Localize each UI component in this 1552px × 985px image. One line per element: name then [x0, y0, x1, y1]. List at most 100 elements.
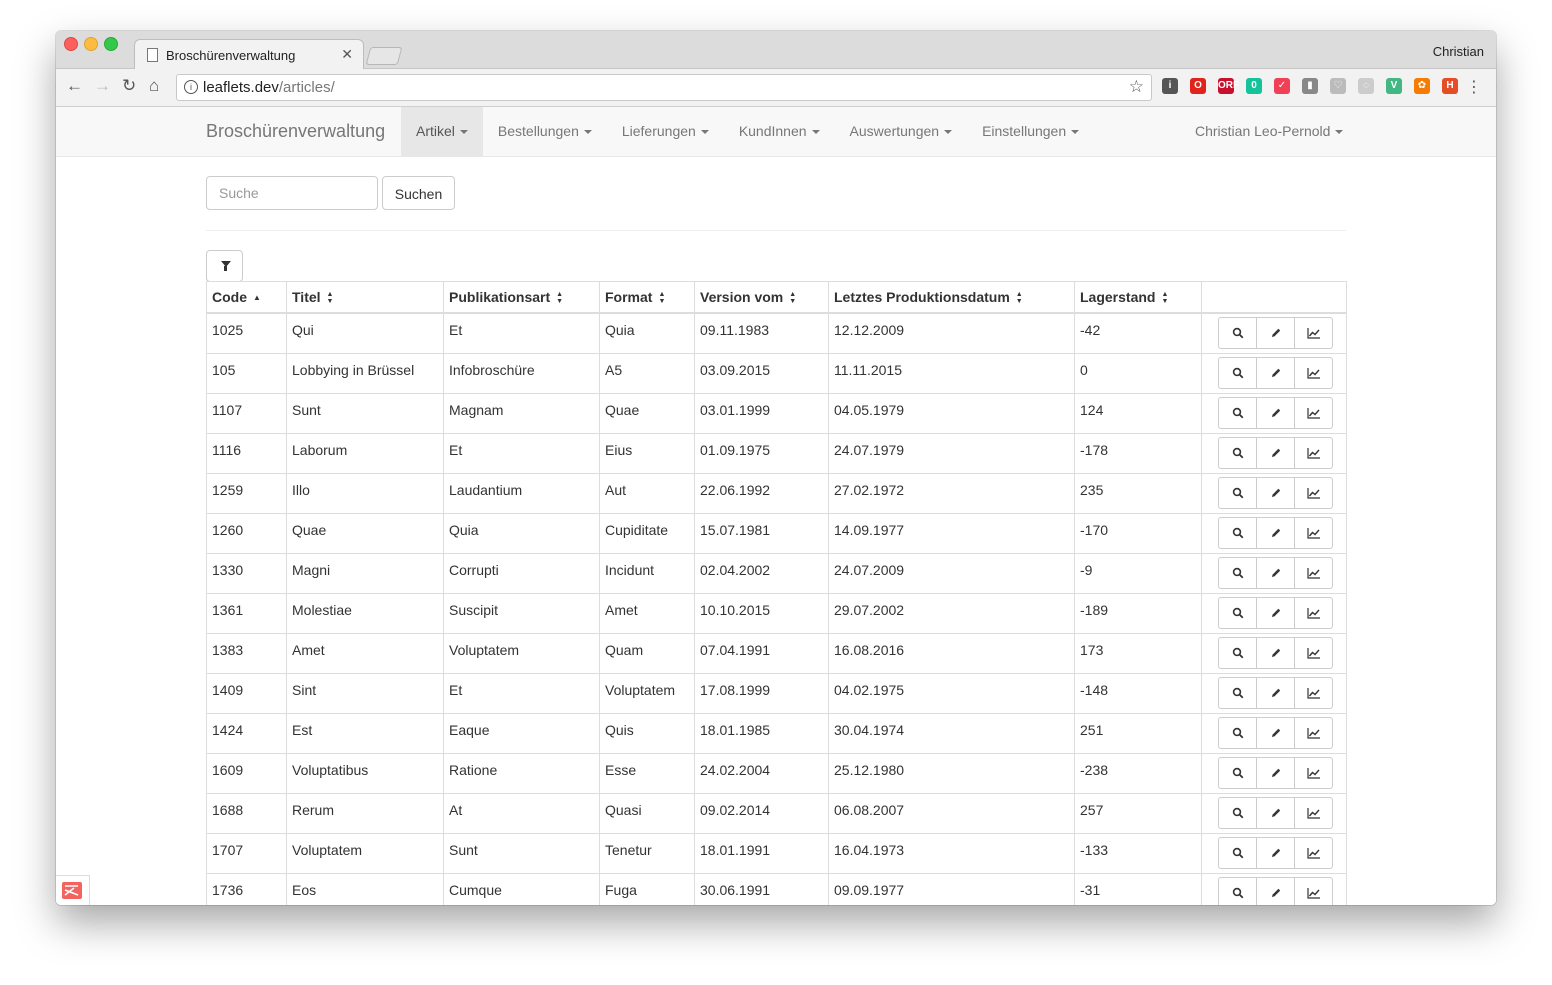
view-button[interactable] — [1218, 556, 1257, 589]
edit-button[interactable] — [1256, 516, 1295, 549]
table-cell: 105 — [206, 352, 287, 394]
nav-item-lieferungen[interactable]: Lieferungen — [607, 107, 724, 156]
onepassword-icon[interactable]: i — [1162, 78, 1178, 94]
stats-button[interactable] — [1294, 676, 1333, 709]
stats-button[interactable] — [1294, 396, 1333, 429]
edit-button[interactable] — [1256, 796, 1295, 829]
minimize-window-button[interactable] — [84, 37, 98, 51]
stats-icon — [1306, 567, 1321, 579]
info-icon[interactable]: i — [184, 80, 198, 94]
column-header[interactable]: Lagerstand — [1074, 281, 1202, 314]
nav-item-kundinnen[interactable]: KundInnen — [724, 107, 835, 156]
user-menu[interactable]: Christian Leo-Pernold — [1195, 107, 1344, 156]
nav-item-bestellungen[interactable]: Bestellungen — [483, 107, 607, 156]
edit-button[interactable] — [1256, 636, 1295, 669]
browser-tab[interactable]: Broschürenverwaltung ✕ — [134, 39, 364, 70]
nav-item-artikel[interactable]: Artikel — [401, 107, 483, 156]
stats-button[interactable] — [1294, 796, 1333, 829]
view-button[interactable] — [1218, 356, 1257, 389]
column-header[interactable]: Code ▲ — [206, 281, 287, 314]
browser-menu-icon[interactable]: ⋮ — [1466, 77, 1482, 97]
table-cell: 257 — [1074, 792, 1202, 834]
edit-button[interactable] — [1256, 676, 1295, 709]
edit-button[interactable] — [1256, 476, 1295, 509]
orange-extension-icon[interactable]: ✿ — [1414, 78, 1430, 94]
grammarly-icon[interactable]: 0 — [1246, 78, 1262, 94]
edit-button[interactable] — [1256, 876, 1295, 905]
nav-item-einstellungen[interactable]: Einstellungen — [967, 107, 1094, 156]
column-header[interactable]: Letztes Produktionsdatum — [828, 281, 1075, 314]
bookmark-star-icon[interactable]: ☆ — [1129, 77, 1144, 97]
heart-icon[interactable]: ♡ — [1330, 78, 1346, 94]
view-button[interactable] — [1218, 636, 1257, 669]
view-button[interactable] — [1218, 876, 1257, 905]
stats-button[interactable] — [1294, 516, 1333, 549]
stats-button[interactable] — [1294, 836, 1333, 869]
table-cell: Eius — [599, 432, 695, 474]
view-button[interactable] — [1218, 756, 1257, 789]
view-button[interactable] — [1218, 676, 1257, 709]
profile-name[interactable]: Christian — [1433, 44, 1484, 59]
vue-icon[interactable]: V — [1386, 78, 1402, 94]
stats-button[interactable] — [1294, 756, 1333, 789]
orf-icon[interactable]: ORF — [1218, 78, 1239, 94]
stats-button[interactable] — [1294, 356, 1333, 389]
edit-button[interactable] — [1256, 396, 1295, 429]
edit-button[interactable] — [1256, 756, 1295, 789]
stats-button[interactable] — [1294, 716, 1333, 749]
edit-button[interactable] — [1256, 436, 1295, 469]
edit-button[interactable] — [1256, 556, 1295, 589]
table-cell: Voluptatem — [443, 632, 600, 674]
stats-button[interactable] — [1294, 476, 1333, 509]
nav-item-auswertungen[interactable]: Auswertungen — [835, 107, 968, 156]
home-icon[interactable]: ⌂ — [149, 77, 159, 95]
column-header[interactable]: Version vom — [694, 281, 829, 314]
stats-button[interactable] — [1294, 636, 1333, 669]
table-cell: 1688 — [206, 792, 287, 834]
ghost-icon[interactable]: ◌ — [1358, 78, 1374, 94]
table-row: 1383 Amet Voluptatem Quam 07.04.1991 16.08.20… — [206, 632, 1347, 674]
stats-button[interactable] — [1294, 596, 1333, 629]
close-tab-icon[interactable]: ✕ — [341, 46, 353, 63]
edit-button[interactable] — [1256, 716, 1295, 749]
view-button[interactable] — [1218, 836, 1257, 869]
brand-link[interactable]: Broschürenverwaltung — [206, 121, 385, 142]
view-button[interactable] — [1218, 796, 1257, 829]
bookmark-icon[interactable]: ▮ — [1302, 78, 1318, 94]
close-window-button[interactable] — [64, 37, 78, 51]
view-button[interactable] — [1218, 516, 1257, 549]
stats-button[interactable] — [1294, 556, 1333, 589]
opera-icon[interactable]: O — [1190, 78, 1206, 94]
view-button[interactable] — [1218, 317, 1257, 349]
search-button[interactable]: Suchen — [382, 176, 455, 210]
view-button[interactable] — [1218, 476, 1257, 509]
url-text[interactable]: leaflets.dev/articles/ — [203, 79, 335, 96]
caret-down-icon — [1335, 130, 1344, 135]
table-cell: 1383 — [206, 632, 287, 674]
edit-button[interactable] — [1256, 356, 1295, 389]
debugbar-badge[interactable] — [56, 875, 90, 905]
maximize-window-button[interactable] — [104, 37, 118, 51]
view-button[interactable] — [1218, 716, 1257, 749]
column-header[interactable]: Publikationsart — [443, 281, 600, 314]
edit-button[interactable] — [1256, 836, 1295, 869]
edit-button[interactable] — [1256, 596, 1295, 629]
filter-button[interactable] — [206, 250, 243, 282]
address-bar[interactable]: i leaflets.dev/articles/ ☆ — [176, 74, 1152, 101]
search-input[interactable] — [206, 176, 378, 210]
back-icon[interactable]: ← — [66, 77, 83, 95]
column-header[interactable]: Format — [599, 281, 695, 314]
edit-button[interactable] — [1256, 317, 1295, 349]
pocket-icon[interactable]: ✓ — [1274, 78, 1290, 94]
column-header[interactable]: Titel — [286, 281, 444, 314]
stats-button[interactable] — [1294, 317, 1333, 349]
new-tab-button[interactable] — [365, 47, 403, 65]
view-button[interactable] — [1218, 396, 1257, 429]
stats-button[interactable] — [1294, 876, 1333, 905]
stats-button[interactable] — [1294, 436, 1333, 469]
forward-icon[interactable]: → — [94, 77, 111, 95]
view-button[interactable] — [1218, 596, 1257, 629]
html-validator-icon[interactable]: H — [1442, 78, 1458, 94]
view-button[interactable] — [1218, 436, 1257, 469]
reload-icon[interactable]: ↻ — [122, 77, 136, 95]
